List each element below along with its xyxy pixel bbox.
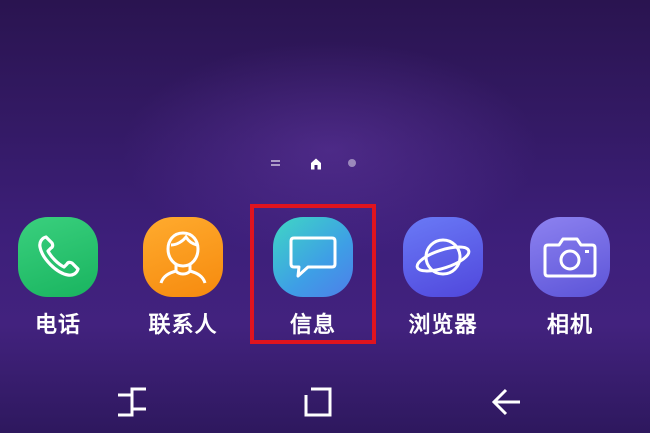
contact-person-icon[interactable] bbox=[143, 217, 223, 297]
page-dot[interactable] bbox=[348, 159, 356, 167]
app-phone[interactable]: 电话 bbox=[8, 210, 108, 340]
recent-apps-button[interactable] bbox=[112, 382, 152, 422]
app-label: 电话 bbox=[34, 313, 81, 338]
recent-apps-icon bbox=[118, 387, 146, 417]
app-contacts[interactable]: 联系人 bbox=[133, 210, 233, 340]
back-arrow-icon bbox=[491, 388, 520, 416]
app-label: 联系人 bbox=[148, 313, 218, 338]
home-button[interactable] bbox=[298, 382, 338, 422]
app-messages[interactable]: 信息 bbox=[263, 210, 363, 340]
app-browser[interactable]: 浏览器 bbox=[393, 210, 493, 340]
app-camera[interactable]: 相机 bbox=[520, 210, 620, 340]
phone-icon[interactable] bbox=[18, 217, 98, 297]
menu-lines-icon[interactable] bbox=[271, 160, 280, 167]
navigation-bar bbox=[0, 370, 650, 433]
page-indicator[interactable] bbox=[271, 155, 361, 171]
back-button[interactable] bbox=[486, 382, 526, 422]
home-square-icon bbox=[304, 387, 332, 417]
app-dock: 电话 联系人 信息 浏览器 相机 bbox=[0, 210, 650, 340]
app-label: 相机 bbox=[546, 313, 593, 338]
app-label: 浏览器 bbox=[408, 313, 478, 338]
camera-icon[interactable] bbox=[530, 217, 610, 297]
home-page-icon[interactable] bbox=[309, 156, 323, 170]
app-label: 信息 bbox=[289, 313, 336, 338]
chat-bubble-icon[interactable] bbox=[273, 217, 353, 297]
planet-icon[interactable] bbox=[403, 217, 483, 297]
